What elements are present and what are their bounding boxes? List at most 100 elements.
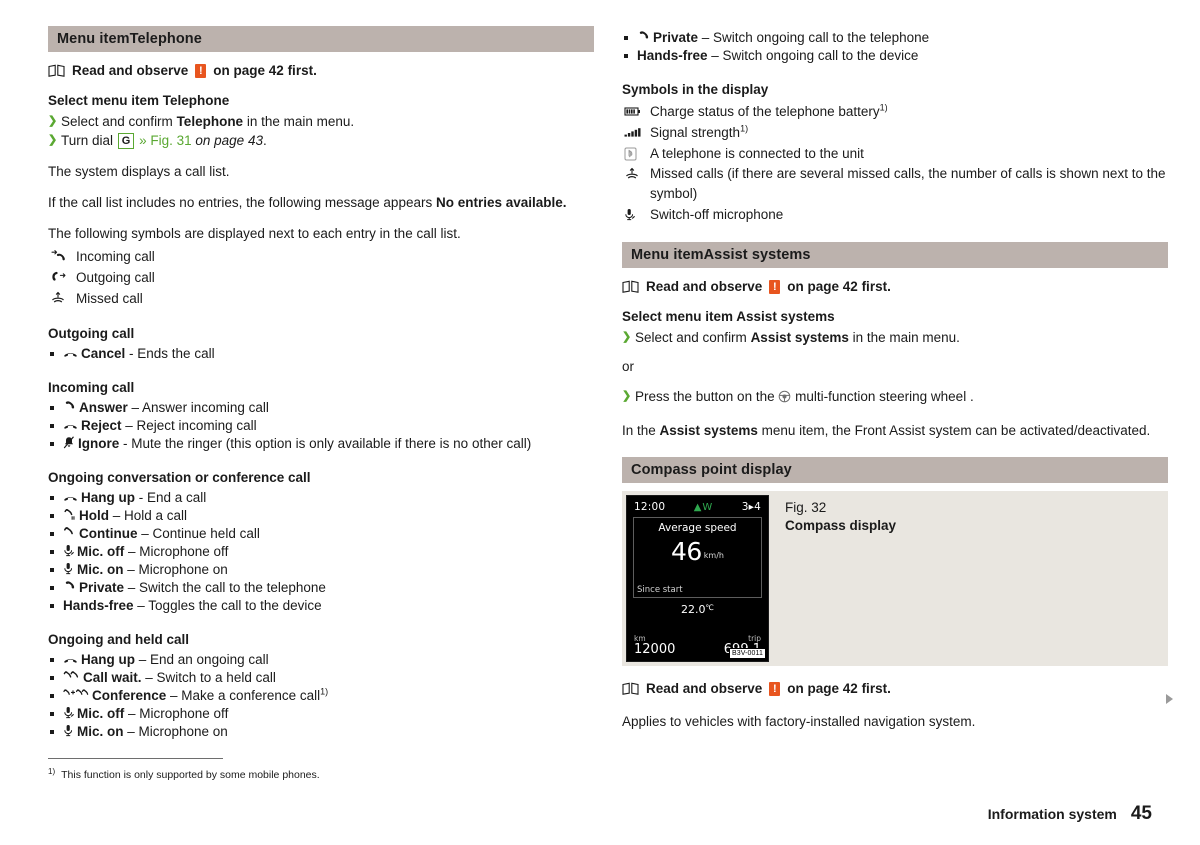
list-item-text: Private – Switch the call to the telepho… — [79, 580, 326, 595]
mic-off-icon — [63, 706, 74, 719]
step-target: Telephone — [176, 114, 244, 129]
figure-crossref[interactable]: » Fig. 31 on page 43 — [139, 133, 263, 148]
list-item-mic-off-held: Mic. off – Microphone off — [48, 705, 594, 723]
note-text-pre: Read and observe — [646, 681, 763, 696]
list-item-ignore: Ignore - Mute the ringer (this option is… — [48, 435, 594, 453]
list-item-text: Continue – Continue held call — [79, 526, 260, 541]
group-list-ongoing-conversation: Hang up - End a call Hold – Hold a call — [48, 489, 594, 615]
list-item-text: Cancel - Ends the call — [81, 346, 215, 361]
section-header-telephone: Menu itemTelephone — [48, 26, 594, 52]
list-item-answer: Answer – Answer incoming call — [48, 399, 594, 417]
note-text-post: on page 42 first. — [213, 63, 317, 78]
no-entries-message: No entries available. — [435, 195, 567, 210]
conference-icon — [63, 688, 89, 701]
mic-off-icon — [63, 544, 74, 557]
list-item-battery: Charge status of the telephone battery1) — [622, 101, 1168, 122]
list-item-reject: Reject – Reject incoming call — [48, 417, 594, 435]
step-select-confirm-assist: Select and confirm Assist systems in the… — [622, 328, 1168, 347]
telephone-steps: Select and confirm Telephone in the main… — [48, 112, 594, 150]
screen-temperature: 22.0℃ — [681, 603, 714, 616]
footnote-line: 1) This function is only supported by som… — [48, 767, 568, 782]
read-and-observe-note-compass: Read and observe ! on page 42 first. — [622, 681, 1168, 696]
section-title: Menu itemAssist systems — [631, 247, 811, 263]
handset-icon — [63, 580, 76, 593]
list-item-call-wait: Call wait. – Switch to a held call — [48, 669, 594, 687]
mic-on-icon — [63, 724, 74, 737]
group-list-outgoing-call: Cancel - Ends the call — [48, 345, 594, 363]
list-item-missed-calls: Missed calls (if there are several misse… — [622, 164, 1168, 204]
select-menu-heading-assist: Select menu item Assist systems — [622, 309, 835, 324]
manual-page: Menu itemTelephone Read and observe ! on… — [0, 0, 1200, 845]
screen-panel: Average speed 46 km/h Since start — [633, 517, 762, 598]
footer-chapter-label: Information system — [987, 806, 1117, 822]
symbol-label: Signal strength1) — [650, 123, 749, 140]
page-footer: Information system 45 — [988, 803, 1152, 825]
incoming-call-icon — [50, 246, 76, 267]
signal-strength-icon — [624, 122, 650, 143]
list-item-missed-call: Missed call — [48, 288, 594, 309]
display-symbols-heading: Symbols in the display — [622, 82, 769, 97]
list-item-hang-up-ongoing: Hang up – End an ongoing call — [48, 651, 594, 669]
hangup-icon — [63, 654, 78, 665]
note-text-post: on page 42 first. — [787, 279, 891, 294]
list-item-text: Hands-free – Switch ongoing call to the … — [637, 48, 919, 63]
call-symbols-list: Incoming call Outgoing call Missed call — [48, 246, 594, 309]
warning-icon: ! — [769, 681, 781, 696]
book-icon — [622, 280, 639, 293]
mic-on-icon — [63, 562, 74, 575]
screen-value: 46 — [670, 537, 702, 566]
list-item-text: Answer – Answer incoming call — [79, 400, 269, 415]
hold-icon — [63, 508, 76, 521]
list-item-private-ongoing: Private – Switch ongoing call to the tel… — [622, 29, 1168, 47]
list-item-text: Call wait. – Switch to a held call — [83, 670, 276, 685]
list-item-text: Mic. on – Microphone on — [77, 562, 228, 577]
list-item-signal: Signal strength1) — [622, 122, 1168, 143]
list-item-text: Hang up - End a call — [81, 490, 207, 505]
group-heading-ongoing-conversation: Ongoing conversation or conference call — [48, 470, 311, 485]
screen-clock: 12:00 — [634, 501, 666, 513]
list-item-hang-up: Hang up - End a call — [48, 489, 594, 507]
list-item-incoming-call: Incoming call — [48, 246, 594, 267]
symbol-label: Charge status of the telephone battery1) — [650, 102, 888, 119]
note-text-post: on page 42 first. — [787, 681, 891, 696]
screen-unit: km/h — [703, 551, 724, 560]
hangup-icon — [63, 492, 78, 503]
group-list-ongoing-and-held-call: Hang up – End an ongoing call Call wait.… — [48, 651, 594, 741]
continue-icon — [63, 526, 76, 539]
step-press-button: Press the button on the multi-function s… — [622, 387, 1168, 408]
page-number: 45 — [1130, 803, 1152, 824]
dial-key-g: G — [117, 133, 135, 149]
warning-icon: ! — [769, 279, 781, 294]
image-code-label: B3V-0011 — [728, 648, 766, 659]
odometer-value: 12000 — [634, 642, 676, 657]
list-item-mic-on: Mic. on – Microphone on — [48, 561, 594, 579]
group-heading-ongoing-and-held-call: Ongoing and held call — [48, 632, 190, 647]
section-title: Compass point display — [631, 462, 792, 478]
list-item-text: Ignore - Mute the ringer (this option is… — [78, 436, 532, 451]
assist-steps-2: Press the button on the multi-function s… — [622, 387, 1168, 408]
screen-compass: ▲W — [693, 501, 714, 513]
figure-caption: Fig. 32 Compass display — [785, 499, 896, 535]
handset-icon — [63, 400, 76, 413]
group-heading-outgoing-call: Outgoing call — [48, 326, 135, 341]
symbol-label: A telephone is connected to the unit — [650, 146, 864, 161]
list-item-private: Private – Switch the call to the telepho… — [48, 579, 594, 597]
step-select-confirm: Select and confirm Telephone in the main… — [48, 112, 594, 131]
list-item-hands-free: Hands-free – Toggles the call to the dev… — [48, 597, 594, 615]
list-item-text: Hands-free – Toggles the call to the dev… — [63, 598, 322, 613]
battery-icon — [624, 101, 650, 122]
display-symbols-list: Charge status of the telephone battery1)… — [622, 101, 1168, 225]
symbol-label: Missed call — [76, 291, 143, 306]
steering-wheel-icon — [778, 389, 791, 408]
list-item-bluetooth: A telephone is connected to the unit — [622, 143, 1168, 164]
note-text-pre: Read and observe — [72, 63, 189, 78]
handset-icon — [637, 30, 650, 43]
list-item-text: Reject – Reject incoming call — [81, 418, 257, 433]
list-item-conference: Conference – Make a conference call1) — [48, 687, 594, 705]
list-item-text: Mic. on – Microphone on — [77, 724, 228, 739]
symbol-label: Incoming call — [76, 249, 155, 264]
symbol-label: Switch-off microphone — [650, 207, 784, 222]
book-icon — [48, 64, 65, 77]
screen-value-row: 46 km/h — [634, 537, 761, 566]
assist-menu-name: Assist systems — [659, 423, 758, 438]
